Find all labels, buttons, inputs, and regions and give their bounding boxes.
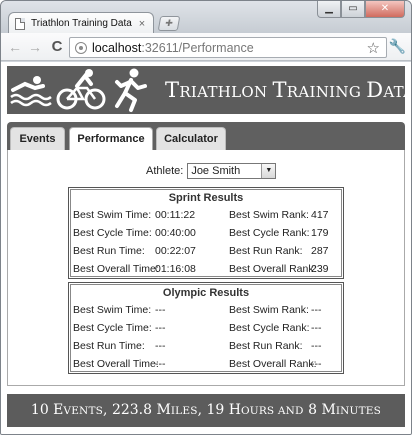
footer-text-part: , 223.8 M (103, 402, 171, 418)
result-value: 00:40:00 (155, 227, 196, 239)
result-value: --- (155, 358, 166, 370)
cyclist-icon (56, 69, 106, 110)
browser-window: Triathlon Training Data × ✚ ▁ ▭ ✕ ← → C … (0, 0, 412, 435)
result-value: 287 (311, 245, 329, 257)
site-title: TRIATHLON TRAINING DATA (165, 78, 412, 102)
reload-icon[interactable]: C (49, 39, 65, 55)
swimmer-icon (10, 76, 52, 107)
result-value: 239 (311, 263, 329, 275)
new-tab-button[interactable]: ✚ (157, 16, 181, 31)
olympic-results-title: Olympic Results (162, 287, 250, 299)
result-label: Best Overall Rank: (229, 358, 317, 370)
result-label: Best Swim Time: (73, 209, 152, 221)
tab-performance[interactable]: Performance (69, 127, 153, 151)
page-viewport: TRIATHLON TRAINING DATA Events Performan… (1, 62, 411, 434)
wrench-menu-icon[interactable]: 🔧 (389, 38, 406, 55)
result-value: --- (311, 322, 322, 334)
tab-events[interactable]: Events (10, 127, 65, 151)
athlete-select[interactable]: Joe Smith ▼ (187, 163, 277, 179)
result-label: Best Swim Rank: (229, 304, 309, 316)
url-host: localhost (92, 40, 142, 55)
result-value: --- (155, 304, 166, 316)
result-label: Best Cycle Time: (73, 227, 152, 239)
browser-toolbar: ← → C localhost:32611/Performance ☆ 🔧 (1, 33, 411, 61)
result-label: Best Overall Time: (73, 358, 159, 370)
result-label: Best Cycle Rank: (229, 322, 310, 334)
result-label: Best Run Rank: (229, 340, 303, 352)
athlete-selected-value: Joe Smith (191, 165, 241, 177)
footer-text-part: VENTS (63, 405, 104, 417)
title-bar: Triathlon Training Data × ✚ ▁ ▭ ✕ (1, 1, 411, 34)
athlete-row: Athlete: Joe Smith ▼ (146, 163, 277, 179)
sprint-results-grid: Best Swim Time: 00:11:22 Best Swim Rank: 41… (73, 209, 339, 275)
result-label: Best Run Time: (73, 245, 145, 257)
result-value: 00:22:07 (155, 245, 196, 257)
forward-arrow-icon[interactable]: → (27, 39, 43, 55)
page-icon (15, 17, 25, 30)
tab-close-icon[interactable]: × (137, 18, 147, 30)
header-banner: TRIATHLON TRAINING DATA (7, 66, 411, 114)
athlete-label: Athlete: (146, 165, 184, 177)
footer-text-part: OURS AND (240, 405, 304, 417)
result-value: --- (311, 340, 322, 352)
olympic-results-panel: Olympic Results Best Swim Time: --- Best S… (68, 282, 344, 374)
footer-text-part: 8 M (303, 402, 336, 418)
footer-text-part: , 19 H (197, 402, 241, 418)
tab-title: Triathlon Training Data (31, 18, 132, 29)
result-label: Best Run Rank: (229, 245, 303, 257)
result-value: --- (311, 358, 322, 370)
result-label: Best Overall Time: (73, 263, 159, 275)
tab-panel: Athlete: Joe Smith ▼ Sprint Results Best… (7, 150, 405, 386)
minimize-button[interactable]: ▁ (317, 1, 341, 18)
address-bar[interactable]: localhost:32611/Performance ☆ (69, 37, 387, 58)
result-value: 01:16:08 (155, 263, 196, 275)
chevron-down-icon[interactable]: ▼ (261, 164, 276, 178)
result-label: Best Swim Rank: (229, 209, 309, 221)
page-info-icon[interactable] (75, 41, 87, 54)
triathlon-icons (10, 68, 147, 112)
sprint-results-title: Sprint Results (168, 192, 244, 204)
olympic-results-grid: Best Swim Time: --- Best Swim Rank: --- Best… (73, 304, 339, 370)
close-window-button[interactable]: ✕ (365, 1, 405, 18)
sprint-results-panel: Sprint Results Best Swim Time: 00:11:22 Be… (68, 187, 344, 279)
result-value: --- (311, 304, 322, 316)
window-controls: ▁ ▭ ✕ (317, 1, 405, 18)
back-arrow-icon[interactable]: ← (7, 39, 23, 55)
browser-tab[interactable]: Triathlon Training Data × (8, 12, 154, 34)
result-label: Best Cycle Rank: (229, 227, 310, 239)
footer-text-part: INUTES (335, 405, 382, 417)
result-value: 00:11:22 (155, 209, 196, 221)
footer-text-part: ILES (170, 405, 198, 417)
summary-footer: 10 EVENTS, 223.8 MILES, 19 HOURS AND 8 M… (7, 394, 405, 427)
runner-icon (115, 68, 147, 112)
result-label: Best Cycle Time: (73, 322, 152, 334)
result-label: Best Swim Time: (73, 304, 152, 316)
url-path: :32611/Performance (141, 40, 254, 55)
result-value: --- (155, 322, 166, 334)
footer-text-part: 10 E (30, 402, 64, 418)
result-value: 417 (311, 209, 329, 221)
maximize-button[interactable]: ▭ (341, 1, 365, 18)
result-label: Best Overall Rank: (229, 263, 317, 275)
tab-calculator[interactable]: Calculator (156, 127, 226, 151)
result-value: --- (155, 340, 166, 352)
result-value: 179 (311, 227, 329, 239)
result-label: Best Run Time: (73, 340, 145, 352)
tab-strip: Events Performance Calculator (7, 122, 405, 151)
bookmark-star-icon[interactable]: ☆ (367, 39, 380, 57)
